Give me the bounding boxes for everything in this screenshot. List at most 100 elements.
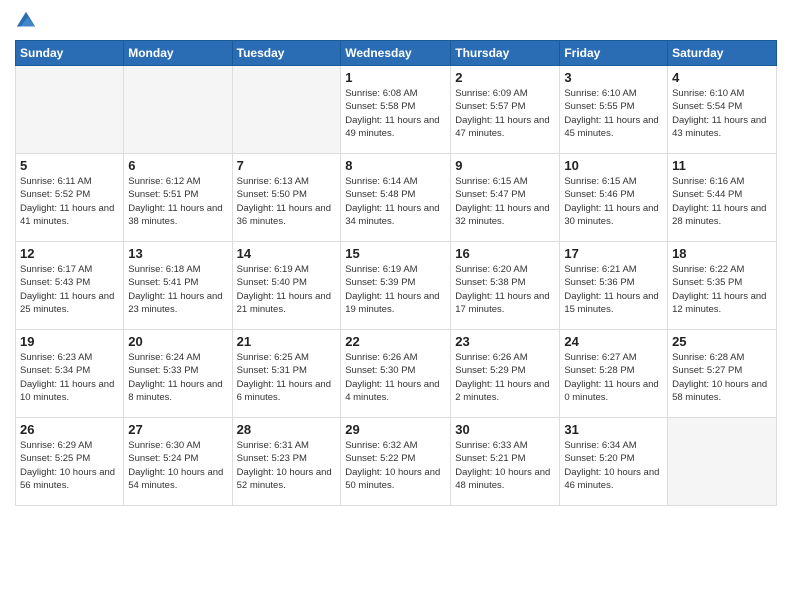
calendar-cell: 4 Sunrise: 6:10 AMSunset: 5:54 PMDaylight… [668,66,777,154]
weekday-header-monday: Monday [124,41,232,66]
calendar-cell: 31 Sunrise: 6:34 AMSunset: 5:20 PMDayligh… [560,418,668,506]
calendar-week-row: 1 Sunrise: 6:08 AMSunset: 5:58 PMDaylight… [16,66,777,154]
weekday-header-tuesday: Tuesday [232,41,341,66]
day-number: 24 [564,334,663,349]
day-number: 8 [345,158,446,173]
page: SundayMondayTuesdayWednesdayThursdayFrid… [0,0,792,612]
day-info: Sunrise: 6:29 AMSunset: 5:25 PMDaylight:… [20,439,119,492]
day-number: 1 [345,70,446,85]
day-info: Sunrise: 6:18 AMSunset: 5:41 PMDaylight:… [128,263,227,316]
weekday-header-sunday: Sunday [16,41,124,66]
day-number: 20 [128,334,227,349]
calendar-cell: 30 Sunrise: 6:33 AMSunset: 5:21 PMDayligh… [451,418,560,506]
weekday-header-thursday: Thursday [451,41,560,66]
day-number: 17 [564,246,663,261]
day-number: 2 [455,70,555,85]
day-info: Sunrise: 6:27 AMSunset: 5:28 PMDaylight:… [564,351,663,404]
calendar-cell [232,66,341,154]
day-number: 30 [455,422,555,437]
day-number: 29 [345,422,446,437]
day-info: Sunrise: 6:10 AMSunset: 5:55 PMDaylight:… [564,87,663,140]
calendar-cell: 22 Sunrise: 6:26 AMSunset: 5:30 PMDayligh… [341,330,451,418]
day-info: Sunrise: 6:09 AMSunset: 5:57 PMDaylight:… [455,87,555,140]
day-info: Sunrise: 6:25 AMSunset: 5:31 PMDaylight:… [237,351,337,404]
day-number: 7 [237,158,337,173]
day-number: 26 [20,422,119,437]
calendar-cell: 15Sunrise: 6:19 AMSunset: 5:39 PMDayligh… [341,242,451,330]
calendar-cell: 29 Sunrise: 6:32 AMSunset: 5:22 PMDayligh… [341,418,451,506]
calendar-cell: 12 Sunrise: 6:17 AMSunset: 5:43 PMDayligh… [16,242,124,330]
calendar-cell: 18 Sunrise: 6:22 AMSunset: 5:35 PMDayligh… [668,242,777,330]
day-number: 22 [345,334,446,349]
calendar-cell: 2 Sunrise: 6:09 AMSunset: 5:57 PMDaylight… [451,66,560,154]
day-number: 6 [128,158,227,173]
day-info: Sunrise: 6:30 AMSunset: 5:24 PMDaylight:… [128,439,227,492]
calendar-cell [124,66,232,154]
day-info: Sunrise: 6:33 AMSunset: 5:21 PMDaylight:… [455,439,555,492]
day-number: 14 [237,246,337,261]
calendar-cell: 23Sunrise: 6:26 AMSunset: 5:29 PMDayligh… [451,330,560,418]
day-info: Sunrise: 6:26 AMSunset: 5:30 PMDaylight:… [345,351,446,404]
calendar-cell: 1 Sunrise: 6:08 AMSunset: 5:58 PMDaylight… [341,66,451,154]
day-number: 31 [564,422,663,437]
calendar-cell: 7 Sunrise: 6:13 AMSunset: 5:50 PMDaylight… [232,154,341,242]
calendar-cell: 26 Sunrise: 6:29 AMSunset: 5:25 PMDayligh… [16,418,124,506]
day-info: Sunrise: 6:34 AMSunset: 5:20 PMDaylight:… [564,439,663,492]
calendar-cell: 8 Sunrise: 6:14 AMSunset: 5:48 PMDaylight… [341,154,451,242]
day-info: Sunrise: 6:23 AMSunset: 5:34 PMDaylight:… [20,351,119,404]
day-number: 25 [672,334,772,349]
day-number: 16 [455,246,555,261]
day-number: 18 [672,246,772,261]
calendar-cell: 25 Sunrise: 6:28 AMSunset: 5:27 PMDayligh… [668,330,777,418]
day-info: Sunrise: 6:17 AMSunset: 5:43 PMDaylight:… [20,263,119,316]
day-info: Sunrise: 6:13 AMSunset: 5:50 PMDaylight:… [237,175,337,228]
day-number: 9 [455,158,555,173]
calendar-table: SundayMondayTuesdayWednesdayThursdayFrid… [15,40,777,506]
calendar-cell [16,66,124,154]
header [15,10,777,32]
weekday-header-saturday: Saturday [668,41,777,66]
calendar-cell: 3 Sunrise: 6:10 AMSunset: 5:55 PMDaylight… [560,66,668,154]
day-info: Sunrise: 6:14 AMSunset: 5:48 PMDaylight:… [345,175,446,228]
day-info: Sunrise: 6:12 AMSunset: 5:51 PMDaylight:… [128,175,227,228]
day-info: Sunrise: 6:31 AMSunset: 5:23 PMDaylight:… [237,439,337,492]
day-info: Sunrise: 6:19 AMSunset: 5:40 PMDaylight:… [237,263,337,316]
calendar-cell: 17Sunrise: 6:21 AMSunset: 5:36 PMDayligh… [560,242,668,330]
calendar-cell: 27Sunrise: 6:30 AMSunset: 5:24 PMDayligh… [124,418,232,506]
day-info: Sunrise: 6:10 AMSunset: 5:54 PMDaylight:… [672,87,772,140]
calendar-cell: 28 Sunrise: 6:31 AMSunset: 5:23 PMDayligh… [232,418,341,506]
day-info: Sunrise: 6:32 AMSunset: 5:22 PMDaylight:… [345,439,446,492]
calendar-cell [668,418,777,506]
day-number: 21 [237,334,337,349]
calendar-cell: 19 Sunrise: 6:23 AMSunset: 5:34 PMDayligh… [16,330,124,418]
calendar-week-row: 5Sunrise: 6:11 AMSunset: 5:52 PMDaylight… [16,154,777,242]
day-number: 23 [455,334,555,349]
day-number: 3 [564,70,663,85]
calendar-cell: 5Sunrise: 6:11 AMSunset: 5:52 PMDaylight… [16,154,124,242]
calendar-cell: 14 Sunrise: 6:19 AMSunset: 5:40 PMDayligh… [232,242,341,330]
calendar-week-row: 26 Sunrise: 6:29 AMSunset: 5:25 PMDayligh… [16,418,777,506]
calendar-cell: 21 Sunrise: 6:25 AMSunset: 5:31 PMDayligh… [232,330,341,418]
day-number: 10 [564,158,663,173]
day-number: 15 [345,246,446,261]
logo-icon [15,10,37,32]
day-number: 12 [20,246,119,261]
day-info: Sunrise: 6:20 AMSunset: 5:38 PMDaylight:… [455,263,555,316]
logo [15,10,41,32]
day-info: Sunrise: 6:22 AMSunset: 5:35 PMDaylight:… [672,263,772,316]
calendar-cell: 24 Sunrise: 6:27 AMSunset: 5:28 PMDayligh… [560,330,668,418]
day-number: 5 [20,158,119,173]
day-number: 13 [128,246,227,261]
day-info: Sunrise: 6:28 AMSunset: 5:27 PMDaylight:… [672,351,772,404]
calendar-cell: 11 Sunrise: 6:16 AMSunset: 5:44 PMDayligh… [668,154,777,242]
day-number: 28 [237,422,337,437]
calendar-cell: 10Sunrise: 6:15 AMSunset: 5:46 PMDayligh… [560,154,668,242]
weekday-header-friday: Friday [560,41,668,66]
day-number: 19 [20,334,119,349]
day-number: 11 [672,158,772,173]
calendar-week-row: 12 Sunrise: 6:17 AMSunset: 5:43 PMDayligh… [16,242,777,330]
day-info: Sunrise: 6:08 AMSunset: 5:58 PMDaylight:… [345,87,446,140]
day-number: 4 [672,70,772,85]
day-info: Sunrise: 6:16 AMSunset: 5:44 PMDaylight:… [672,175,772,228]
calendar-cell: 16 Sunrise: 6:20 AMSunset: 5:38 PMDayligh… [451,242,560,330]
